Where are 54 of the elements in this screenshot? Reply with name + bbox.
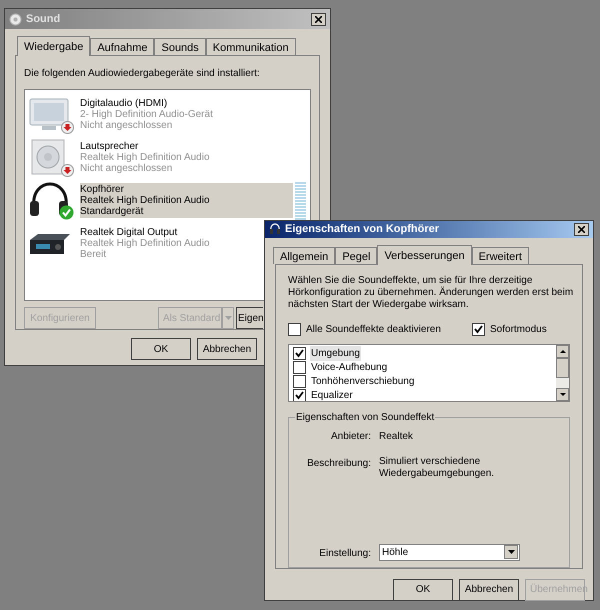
scroll-down-button[interactable] <box>556 388 569 401</box>
tab[interactable]: Allgemein <box>273 246 336 264</box>
speaker-icon <box>9 12 22 26</box>
checkbox-label: Alle Soundeffekte deaktivieren <box>306 323 441 337</box>
tab[interactable]: Erweitert <box>472 246 529 264</box>
checkbox-label: Sofortmodus <box>490 323 547 337</box>
checkbox[interactable] <box>293 389 306 401</box>
checkbox[interactable] <box>293 347 306 360</box>
device-item[interactable]: Lautsprecher Realtek High Definition Audio Nicht angeschlossen <box>80 140 210 174</box>
field-label: Einstellung: <box>318 546 371 561</box>
tab[interactable]: Verbesserungen <box>377 244 472 264</box>
effect-item[interactable]: Equalizer <box>310 388 354 401</box>
intro-text: Die folgenden Audiowiedergabegeräte sind installiert: <box>24 67 261 81</box>
effect-item[interactable]: Umgebung <box>310 346 361 361</box>
effect-item[interactable]: Tonhöhenverschiebung <box>310 374 416 389</box>
tab[interactable]: Pegel <box>335 246 378 264</box>
close-button[interactable] <box>574 222 589 236</box>
setting-dropdown[interactable]: Höhle <box>379 544 520 561</box>
headphones-icon <box>269 223 281 236</box>
dialog-button[interactable]: OK <box>393 578 453 600</box>
device-item[interactable]: Realtek Digital Output Realtek High Definition Audio Bereit <box>80 226 210 260</box>
tab[interactable]: Kommunikation <box>206 38 296 55</box>
checkbox[interactable] <box>293 361 306 374</box>
checkbox[interactable] <box>288 323 301 336</box>
checkbox[interactable] <box>472 323 485 336</box>
field-value: Simuliert verschiedene Wiedergabeumgebungen. <box>379 456 496 480</box>
intro-text: Wählen Sie die Soundeffekte, um sie für Ihre derzeitige Hörkonfiguration zu übernehmen. Änderungen werden erst beim nächsten Start der Wiedergabe wirksam. <box>288 274 574 310</box>
effect-item[interactable]: Voice-Aufhebung <box>310 360 388 375</box>
tab[interactable]: Sounds <box>154 38 206 55</box>
window-title: Sound <box>26 12 62 27</box>
device-item[interactable]: Digitalaudio (HDMI) 2- High Definition Audio-Gerät Nicht angeschlossen <box>80 96 213 132</box>
scroll-up-button[interactable] <box>556 344 569 358</box>
up-arrow-icon <box>560 350 566 352</box>
scroll-thumb[interactable] <box>556 358 569 378</box>
tab[interactable]: Aufnahme <box>90 38 154 55</box>
field-value: Realtek <box>379 430 414 444</box>
close-button[interactable] <box>311 12 326 26</box>
group-title: Eigenschaften von Soundeffekt <box>295 410 436 425</box>
dialog-button[interactable]: Abbrechen <box>459 578 519 600</box>
tab[interactable]: Wiedergabe <box>17 36 90 56</box>
down-arrow-icon <box>560 392 566 396</box>
properties-button[interactable]: Eigen <box>236 307 263 329</box>
close-icon <box>578 226 585 233</box>
caret-icon <box>508 550 514 554</box>
device-item[interactable]: Kopfhörer Realtek High Definition Audio Standardgerät <box>80 182 293 218</box>
dialog-button[interactable]: Abbrechen <box>197 338 257 360</box>
caret-icon <box>224 316 232 320</box>
window-title: Eigenschaften von Kopfhörer <box>285 222 440 237</box>
scrollbar[interactable] <box>556 344 569 401</box>
dialog-button[interactable]: OK <box>131 338 191 360</box>
checkbox[interactable] <box>293 375 306 388</box>
field-label: Anbieter: <box>330 430 371 444</box>
field-label: Beschreibung: <box>306 456 371 471</box>
close-icon <box>315 16 322 22</box>
